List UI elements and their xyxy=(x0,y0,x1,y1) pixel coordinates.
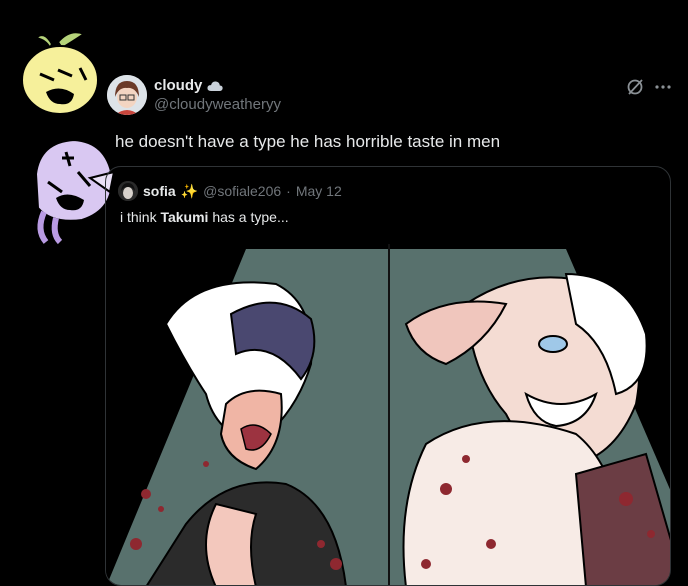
tweet-actions xyxy=(626,78,672,96)
quote-text: i think Takumi has a type... xyxy=(120,209,289,225)
yellow-sticker xyxy=(21,29,99,114)
author-handle[interactable]: @cloudyweatheryy xyxy=(154,96,281,113)
separator: · xyxy=(286,183,291,199)
avatar[interactable] xyxy=(107,75,147,115)
quote-avatar[interactable] xyxy=(118,181,138,201)
tweet-text: he doesn't have a type he has horrible t… xyxy=(115,132,501,151)
quote-text-before: i think xyxy=(120,209,161,225)
author-name[interactable]: cloudy xyxy=(154,77,202,94)
quote-avatar-image xyxy=(118,181,138,201)
quote-media-image[interactable] xyxy=(106,244,671,586)
more-icon[interactable] xyxy=(654,78,672,96)
quote-text-highlight: Takumi xyxy=(160,209,209,225)
quote-author-handle[interactable]: @sofiale206 xyxy=(203,183,281,199)
quote-text-after: has a type... xyxy=(208,209,289,225)
author-name-row[interactable]: cloudy xyxy=(154,77,281,94)
quote-date[interactable]: May 12 xyxy=(296,183,342,199)
sparkles-badge: ✨ xyxy=(180,182,199,199)
avatar-image xyxy=(107,75,147,115)
quote-author-name[interactable]: sofia xyxy=(143,183,176,199)
grok-icon[interactable] xyxy=(626,78,644,96)
tweet-author: cloudy @cloudyweatheryy xyxy=(154,77,281,113)
quote-header: sofia ✨ @sofiale206 · May 12 xyxy=(118,181,342,201)
quote-tweet[interactable]: sofia ✨ @sofiale206 · May 12 i think Tak… xyxy=(105,166,671,586)
cloud-icon xyxy=(207,80,223,91)
